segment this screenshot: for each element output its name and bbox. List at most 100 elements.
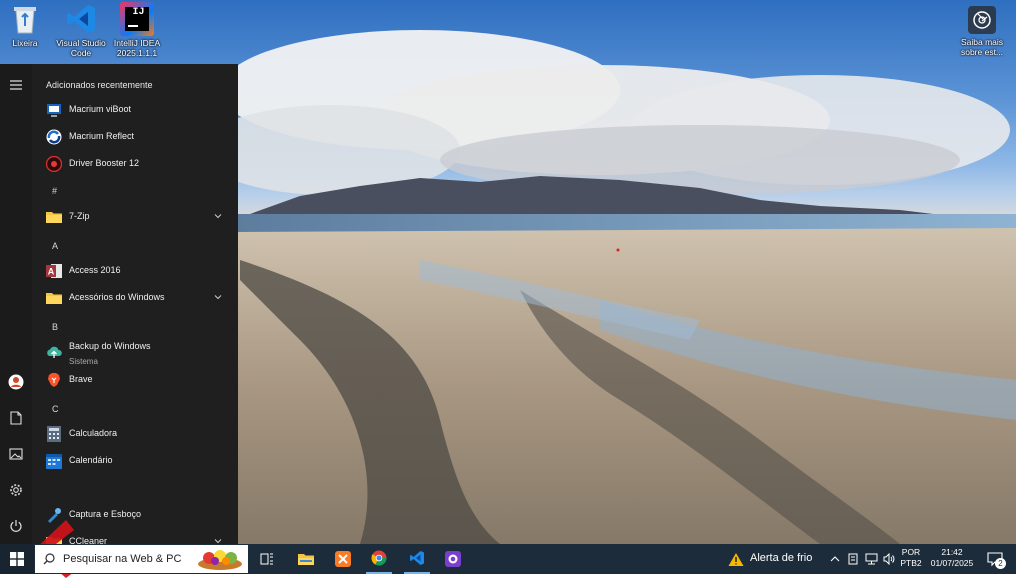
app-item-label: Calculadora [69, 428, 118, 438]
search-highlight-icon [198, 550, 242, 570]
taskbar: Pesquisar na Web & PC Alerta de frio POR… [0, 544, 1016, 574]
app-item-calculator[interactable]: Calculadora [32, 421, 238, 447]
file-explorer-icon [298, 554, 314, 565]
chrome-button[interactable] [366, 544, 392, 574]
chevron-down-icon [214, 539, 222, 544]
vscode-icon [64, 2, 98, 36]
app-item-brave[interactable]: Brave [32, 367, 238, 393]
user-account-button[interactable] [0, 368, 32, 396]
documents-button[interactable] [0, 404, 32, 432]
vscode-button[interactable] [404, 544, 430, 574]
settings-icon [10, 484, 22, 496]
app-item-calendar[interactable]: Calendário [32, 448, 238, 474]
github-desktop-icon [445, 551, 461, 567]
app-item-label: Brave [69, 374, 93, 384]
app-list-scrollbar[interactable] [234, 64, 238, 544]
clock-time: 21:42 [941, 547, 963, 557]
folder-icon [46, 209, 62, 225]
pictures-icon [9, 448, 23, 460]
app-item-label: Macrium Reflect [69, 131, 135, 141]
windows-logo-icon [10, 552, 24, 566]
github-desktop-button[interactable] [440, 544, 466, 574]
volume-button[interactable] [881, 544, 897, 574]
backup-icon [46, 345, 62, 361]
start-button[interactable] [0, 544, 34, 574]
hamburger-menu-icon [10, 80, 22, 90]
app-list: Adicionados recentemente Macrium viBoot … [32, 64, 238, 544]
recycle-bin-icon [8, 2, 42, 36]
desktop-icon-intellij[interactable]: IJ IntelliJ IDEA 2025.1.1.1 [109, 2, 165, 58]
network-button[interactable] [863, 544, 879, 574]
power-button[interactable] [0, 512, 32, 540]
macrium-viboot-icon [46, 102, 62, 118]
search-input[interactable]: Pesquisar na Web & PC [63, 553, 181, 565]
file-explorer-button[interactable] [293, 544, 319, 574]
folder-icon [46, 290, 62, 306]
learn-more-label: Saiba mais sobre est... [960, 37, 1004, 57]
group-letter[interactable]: A [52, 241, 58, 251]
volume-icon [883, 553, 894, 565]
settings-button[interactable] [0, 476, 32, 504]
macrium-reflect-icon [46, 129, 62, 145]
group-letter[interactable]: C [52, 404, 59, 414]
driver-booster-icon [46, 156, 62, 172]
app-item-driver-booster[interactable]: Driver Booster 12 [32, 151, 238, 177]
start-menu-rail [0, 64, 32, 544]
warning-icon [728, 552, 744, 566]
desktop-icon-vscode[interactable]: Visual Studio Code [53, 2, 109, 58]
documents-icon [10, 411, 22, 425]
network-icon [865, 553, 877, 565]
desktop-icon-recycle-bin[interactable]: Lixeira [0, 2, 53, 48]
tray-app-button[interactable] [846, 544, 860, 574]
app-item-access[interactable]: A Access 2016 [32, 258, 238, 284]
app-item-sublabel: Sistema [69, 357, 98, 366]
language-line2: PTB2 [900, 558, 922, 568]
language-line1: POR [901, 547, 921, 557]
recently-added-title: Adicionados recentemente [46, 80, 153, 90]
weather-label[interactable]: Alerta de frio [750, 553, 812, 564]
app-item-7zip[interactable]: 7-Zip [32, 204, 238, 230]
app-item-label: Macrium viBoot [69, 104, 132, 114]
pictures-button[interactable] [0, 440, 32, 468]
calculator-icon [46, 426, 62, 442]
language-indicator[interactable]: POR PTB2 [898, 547, 924, 569]
app-item-label: Calendário [69, 455, 113, 465]
chrome-icon [371, 550, 387, 566]
task-view-icon [260, 553, 273, 565]
app-item-label: Acessórios do Windows [69, 292, 165, 302]
desktop-icon-label: Lixeira [12, 38, 38, 48]
vscode-icon [410, 551, 424, 565]
chevron-down-icon [214, 295, 222, 300]
chevron-down-icon [214, 214, 222, 219]
device-icon [848, 553, 858, 565]
start-menu: Adicionados recentemente Macrium viBoot … [0, 64, 238, 578]
tray-overflow-button[interactable] [828, 544, 842, 574]
learn-more-tile[interactable]: Saiba mais sobre est... [958, 6, 1006, 57]
hamburger-menu-button[interactable] [0, 71, 32, 99]
app-item-label: Backup do Windows [69, 341, 151, 351]
app-item-macrium-reflect[interactable]: Macrium Reflect [32, 124, 238, 150]
access-icon: A [46, 263, 62, 279]
brave-icon [46, 372, 62, 388]
app-item-windows-backup[interactable]: Backup do Windows Sistema [32, 340, 238, 366]
calendar-icon [46, 453, 62, 469]
notification-badge: 2 [995, 558, 1006, 569]
action-center-button[interactable]: 2 [982, 544, 1008, 574]
app-item-macrium-viboot[interactable]: Macrium viBoot [32, 97, 238, 123]
app-item-label: Driver Booster 12 [69, 158, 140, 168]
svg-text:A: A [48, 267, 55, 277]
search-icon [43, 553, 55, 565]
group-letter[interactable]: B [52, 322, 58, 332]
app-item-windows-accessories[interactable]: Acessórios do Windows [32, 285, 238, 311]
search-box[interactable]: Pesquisar na Web & PC [35, 545, 248, 573]
xampp-button[interactable] [330, 544, 356, 574]
camera-icon [968, 6, 996, 34]
group-letter[interactable]: # [52, 186, 57, 196]
task-view-button[interactable] [254, 544, 280, 574]
user-avatar [8, 374, 24, 390]
intellij-icon: IJ [120, 2, 154, 36]
clock[interactable]: 21:42 01/07/2025 [926, 547, 978, 569]
app-item-label: 7-Zip [69, 211, 90, 221]
xampp-icon [335, 551, 351, 567]
weather-warning-button[interactable] [726, 544, 746, 574]
